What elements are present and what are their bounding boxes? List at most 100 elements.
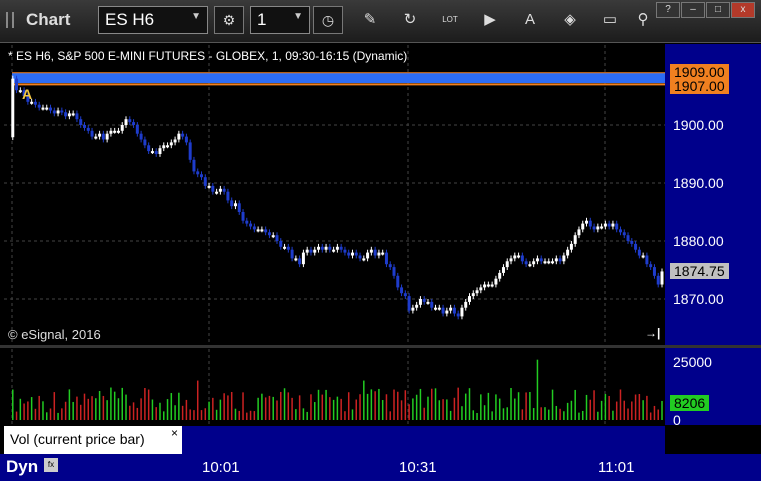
candle-body xyxy=(101,133,105,140)
candle-body xyxy=(267,232,271,236)
candle-body xyxy=(290,249,294,259)
candle-body xyxy=(407,296,411,311)
candle-body xyxy=(181,133,185,137)
candle-body xyxy=(245,220,249,224)
candle-body xyxy=(298,258,302,265)
candle-body xyxy=(211,185,215,192)
candle-body xyxy=(464,301,468,308)
candle-body xyxy=(460,307,464,317)
candle-body xyxy=(392,267,396,276)
candle-body xyxy=(471,293,475,297)
candle-body xyxy=(294,258,298,261)
candle-body xyxy=(426,301,430,304)
candle-body xyxy=(422,299,426,302)
candle-body xyxy=(505,261,509,268)
candle-body xyxy=(520,255,524,262)
candle-body xyxy=(369,249,373,253)
candle-body xyxy=(82,125,86,128)
candle-body xyxy=(49,107,53,111)
candle-body xyxy=(501,267,505,273)
formula-icon[interactable]: fx xyxy=(44,458,58,472)
candle-body xyxy=(592,226,596,230)
candle-body xyxy=(60,110,64,113)
candle-body xyxy=(230,200,234,207)
candle-body xyxy=(162,145,166,149)
candle-body xyxy=(618,229,622,233)
candle-body xyxy=(256,229,260,232)
candle-body xyxy=(52,110,56,114)
candle-body xyxy=(71,113,75,116)
candle-body xyxy=(645,255,649,265)
candle-body xyxy=(362,258,366,261)
candle-body xyxy=(79,119,83,125)
candle-body xyxy=(434,307,438,310)
candle-body xyxy=(603,223,607,227)
candle-body xyxy=(350,252,354,256)
dynamic-label[interactable]: Dyn xyxy=(6,457,38,477)
candle-body xyxy=(611,223,615,227)
candle-body xyxy=(562,255,566,262)
candle-body xyxy=(67,113,71,117)
candle-body xyxy=(532,261,536,265)
candle-body xyxy=(237,203,241,212)
current-price-label: 1874.75 xyxy=(670,263,729,279)
current-volume-label: 8206 xyxy=(670,395,710,411)
candle-body xyxy=(377,252,381,256)
candle-body xyxy=(200,174,204,178)
candle-body xyxy=(396,275,400,288)
time-axis[interactable] xyxy=(0,454,761,481)
candle-body xyxy=(528,264,532,267)
candle-body xyxy=(626,235,630,241)
alert-marker[interactable]: A xyxy=(22,86,32,102)
candle-body xyxy=(335,246,339,250)
candle-body xyxy=(15,78,19,91)
candle-body xyxy=(203,177,207,186)
time-label: 10:31 xyxy=(399,459,437,476)
candle-body xyxy=(637,249,641,256)
candle-body xyxy=(607,223,611,227)
candle-body xyxy=(588,220,592,227)
candle-body xyxy=(150,151,154,154)
time-label: 11:01 xyxy=(598,459,635,476)
candle-body xyxy=(441,307,445,314)
candle-body xyxy=(279,241,283,247)
candle-body xyxy=(328,246,332,250)
candle-body xyxy=(577,229,581,236)
price-chart-svg xyxy=(4,45,665,424)
candle-body xyxy=(207,185,211,188)
candle-body xyxy=(366,252,370,259)
candle-body xyxy=(475,290,479,294)
candle-body xyxy=(184,136,188,143)
candle-body xyxy=(56,110,60,114)
candle-body xyxy=(120,125,124,131)
candle-body xyxy=(143,139,147,146)
candle-body xyxy=(543,261,547,264)
candle-body xyxy=(147,145,151,152)
candle-body xyxy=(634,243,638,250)
candle-body xyxy=(600,226,604,229)
close-icon[interactable]: × xyxy=(171,426,178,440)
volume-study-tab[interactable]: Vol (current price bar) xyxy=(4,426,182,454)
price-band xyxy=(12,73,665,83)
candle-body xyxy=(581,223,585,230)
candle-body xyxy=(509,258,513,262)
candle-body xyxy=(630,241,634,244)
candle-body xyxy=(128,119,132,123)
candle-body xyxy=(524,261,528,265)
candle-body xyxy=(483,284,487,288)
candle-body xyxy=(358,255,362,259)
candle-body xyxy=(317,246,321,250)
candle-body xyxy=(301,252,305,265)
candle-body xyxy=(622,232,626,236)
scroll-to-end-icon[interactable]: →| xyxy=(645,326,660,340)
candle-body xyxy=(596,226,600,230)
candle-body xyxy=(30,101,34,104)
candle-body xyxy=(139,133,143,140)
candle-body xyxy=(566,249,570,256)
candle-body xyxy=(233,203,237,207)
candle-body xyxy=(339,246,343,250)
candle-body xyxy=(656,275,660,285)
candle-body xyxy=(558,258,562,262)
price-tick: 1870.00 xyxy=(673,291,724,307)
price-tick: 1890.00 xyxy=(673,175,724,191)
